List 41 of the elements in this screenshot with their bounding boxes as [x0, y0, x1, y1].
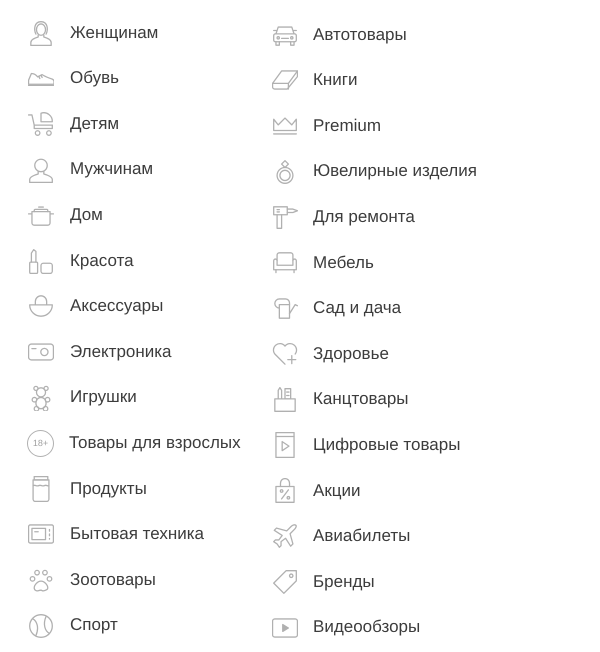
drill-icon — [272, 204, 298, 230]
category-link[interactable]: Женщинам — [28, 20, 158, 46]
category-link[interactable]: Мужчинам — [28, 156, 154, 183]
woman-icon — [28, 20, 54, 46]
lipstick-icon — [28, 248, 54, 274]
category-link[interactable]: Здоровье — [272, 340, 389, 367]
category-link[interactable]: Игрушки — [28, 384, 137, 411]
tag-icon — [272, 568, 298, 595]
stroller-icon — [28, 110, 54, 137]
category-link[interactable]: Цифровые товары — [272, 432, 460, 458]
category-link[interactable]: Электроника — [28, 338, 172, 365]
category-link[interactable]: 18+ Товары для взрослых — [28, 430, 241, 457]
category-link[interactable]: Канцтовары — [272, 386, 409, 413]
category-link[interactable]: Детям — [28, 110, 120, 137]
category-link[interactable]: Автотовары — [272, 22, 407, 48]
category-link[interactable]: Красота — [28, 248, 134, 274]
airplane-icon — [272, 523, 298, 550]
armchair-icon — [272, 250, 298, 276]
category-link[interactable]: Видеообзоры — [272, 614, 420, 641]
category-link[interactable]: Сад и дача — [272, 295, 402, 322]
category-link[interactable]: Дом — [28, 202, 103, 228]
category-link[interactable]: Бренды — [272, 568, 375, 595]
category-link[interactable]: Для ремонта — [272, 204, 415, 230]
category-link[interactable]: Аксессуары — [28, 293, 164, 320]
category-link[interactable]: Спорт — [28, 612, 118, 639]
man-icon — [28, 156, 54, 183]
age-limit-sign: 18+ — [27, 430, 54, 457]
category-link[interactable]: Premium — [272, 112, 382, 139]
category-link[interactable]: Бытовая техника — [28, 521, 204, 548]
category-link[interactable]: Обувь — [28, 65, 119, 92]
category-link[interactable]: Акции — [272, 478, 361, 504]
category-link[interactable]: Мебель — [272, 250, 374, 276]
category-link[interactable]: Продукты — [28, 476, 147, 502]
heart-plus-icon — [272, 340, 298, 367]
pencil-cup-icon — [272, 386, 298, 413]
ball-icon — [28, 612, 54, 639]
category-link[interactable]: Книги — [272, 67, 358, 94]
bag-icon — [28, 293, 54, 320]
category-link[interactable]: Авиабилеты — [272, 523, 410, 550]
category-link[interactable]: Зоотовары — [28, 566, 156, 593]
category-link[interactable]: Ювелирные изделия — [272, 158, 477, 185]
